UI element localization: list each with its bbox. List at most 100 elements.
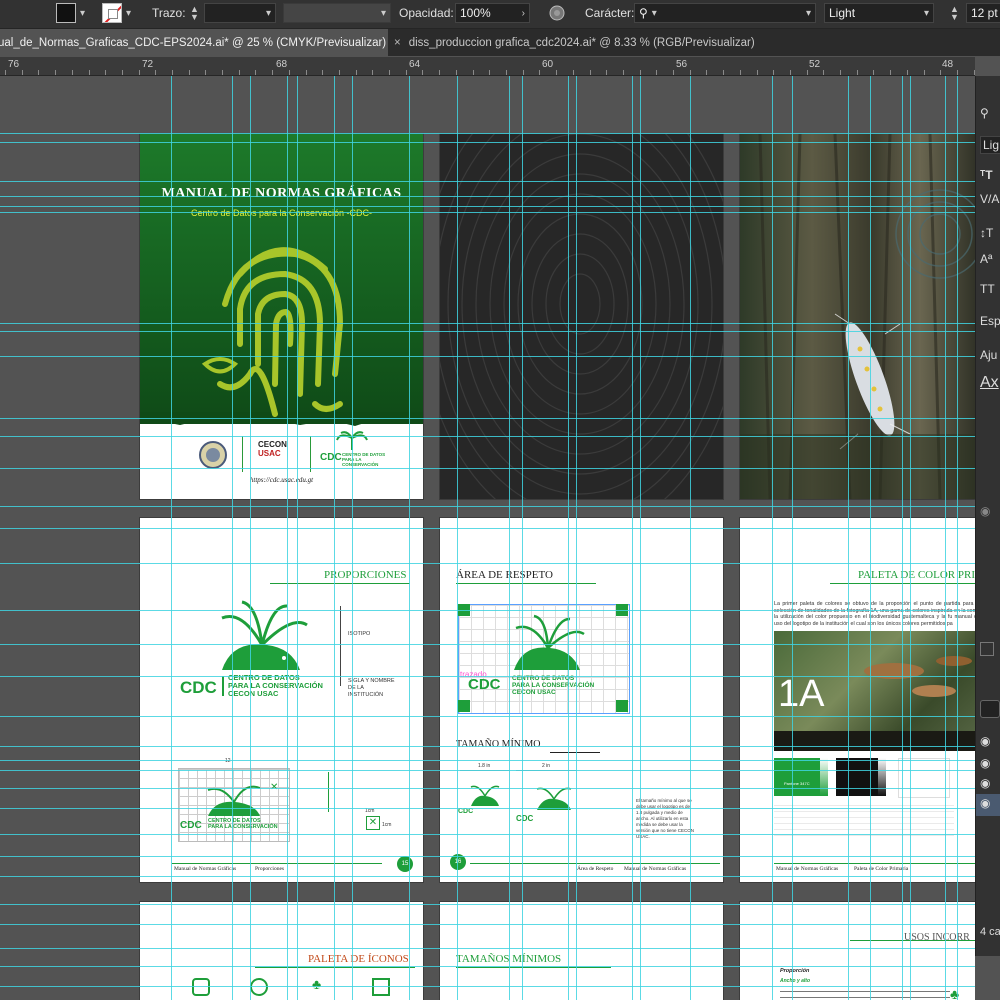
artboard-cover[interactable]: MANUAL DE NORMAS GRÁFICAS Centro de Dato…	[140, 134, 423, 499]
divider	[310, 436, 311, 472]
artboard-tamanos[interactable]: TAMAÑOS MÍNIMOS	[440, 902, 723, 1000]
artboard-photo[interactable]	[740, 134, 975, 499]
artboard-usos-incorrectos[interactable]: USOS INCORR Proporción Ancho y alto ♣	[740, 902, 975, 1000]
fill-dropdown-icon[interactable]: ▾	[80, 3, 85, 23]
layer-row-selected[interactable]: ◉	[976, 794, 1000, 816]
vertical-scale-icon[interactable]: ↕T	[980, 226, 993, 240]
tab-diss-produccion[interactable]: × diss_produccion grafica_cdc2024.ai* @ …	[394, 29, 755, 56]
panel-label-aju: Aju	[980, 348, 998, 362]
fill-swatch[interactable]	[56, 3, 76, 23]
footer-rule	[774, 863, 975, 864]
panel-font-field[interactable]: Lig	[980, 136, 1000, 154]
ruler-tick	[72, 70, 73, 75]
font-size-value: 12 pt	[971, 6, 998, 20]
size-label-2: 2 in	[542, 763, 551, 769]
ruler-tick	[823, 70, 824, 75]
ruler-tick	[857, 70, 858, 75]
ruler-label: 60	[542, 59, 554, 70]
ruler-tick	[372, 70, 373, 75]
name-line: CECON USAC	[228, 689, 279, 698]
dimension-top: 12	[225, 758, 231, 764]
ruler-tick	[506, 70, 507, 75]
close-tab-icon[interactable]: ×	[394, 37, 401, 49]
font-size-stepper[interactable]: ▲ ▼	[950, 3, 959, 23]
paleta-heading: PALETA DE COLOR PRI	[858, 569, 975, 581]
baseline-icon[interactable]: Aª	[980, 252, 992, 266]
ruler-tick	[306, 70, 307, 75]
chevron-right-icon[interactable]: ›	[522, 8, 525, 19]
layer-visibility-icon[interactable]: ◉	[980, 796, 990, 810]
recolor-icon[interactable]	[548, 3, 566, 23]
ruler-tick	[322, 70, 323, 75]
proporciones-heading: PROPORCIONES	[324, 569, 407, 581]
ruler-tick	[757, 70, 758, 75]
artboard-area-respeto[interactable]: ÁREA DE RESPETO CDC CENTRO DE DATOS PARA…	[440, 518, 723, 882]
ruler-tick	[690, 70, 691, 75]
artboard-canvas[interactable]: MANUAL DE NORMAS GRÁFICAS Centro de Dato…	[0, 76, 975, 1000]
opacity-field[interactable]: 100% ›	[455, 3, 530, 23]
ruler-tick	[222, 70, 223, 75]
ruler-tick	[957, 70, 958, 75]
heading-rule	[255, 967, 415, 968]
name-line: PARA LA CONSERVACIÓN	[512, 682, 595, 689]
artboard-pattern[interactable]	[440, 134, 723, 499]
stroke-stepper[interactable]: ▲ ▼	[190, 3, 199, 23]
ruler-tick	[473, 70, 474, 75]
layer-visibility-icon[interactable]: ◉	[980, 734, 990, 748]
stroke-dropdown-icon[interactable]: ▾	[126, 3, 131, 23]
properties-panel[interactable]: ⚲ Lig ᵀT V/A ↕T Aª TT Esp Aju Ax ◉ ◉ ◉ ◉…	[975, 76, 1000, 956]
panel-checkbox[interactable]	[980, 642, 994, 656]
artboard-paleta[interactable]: PALETA DE COLOR PRI La primer paleta de …	[740, 518, 975, 882]
font-style-field[interactable]: Light ▾	[824, 3, 934, 23]
layer-count: 4 ca	[980, 926, 1000, 938]
font-size-field[interactable]: 12 pt	[966, 3, 1000, 23]
artboard-paleta-iconos[interactable]: PALETA DE ÍCONOS ♣	[140, 902, 423, 1000]
iconos-heading: PALETA DE ÍCONOS	[308, 953, 409, 965]
variable-width-profile[interactable]: ▾	[283, 3, 391, 23]
palette-photo: 1A	[774, 631, 975, 751]
dimension-line	[516, 770, 576, 771]
tab-manual-normas[interactable]: ual_de_Normas_Graficas_CDC-EPS2024.ai* @…	[0, 29, 388, 56]
layer-visibility-icon[interactable]: ◉	[980, 756, 990, 770]
ruler-tick	[139, 70, 140, 75]
tab-label: diss_produccion grafica_cdc2024.ai* @ 8.…	[408, 36, 755, 49]
cdc-small-name: CENTRO DE DATOS PARA LA CONSERVACIÓN	[342, 452, 386, 467]
cecon-logo: CECON USAC	[258, 440, 287, 458]
ruler-label: 52	[809, 59, 821, 70]
eye-icon[interactable]: ◉	[980, 504, 990, 518]
tamanos-heading: TAMAÑOS MÍNIMOS	[456, 953, 562, 965]
cdc-logo-isotipo	[221, 600, 308, 670]
ruler-tick	[89, 70, 90, 75]
page-number: 15	[397, 856, 413, 872]
panel-glyph-preview[interactable]: Ax	[980, 374, 999, 392]
ruler-tick	[673, 70, 674, 75]
heading-rule	[270, 583, 410, 584]
corner-block	[458, 700, 470, 712]
ruler-tick	[356, 70, 357, 75]
ruler-tick	[940, 70, 941, 75]
panel-label-esp: Esp	[980, 314, 1000, 328]
ruler-tick	[55, 70, 56, 75]
ruler-tick	[907, 70, 908, 75]
ruler-tick	[539, 70, 540, 75]
caps-icon[interactable]: TT	[980, 282, 995, 296]
divider	[242, 436, 243, 472]
stroke-swatch[interactable]	[102, 3, 122, 23]
layers-search-field[interactable]	[980, 700, 1000, 718]
kerning-icon[interactable]: V/A	[980, 192, 999, 206]
horizontal-ruler[interactable]: 76 72 68 64 60 56 52 48	[0, 57, 975, 76]
paleta-body: La primer paleta de colores se obtuvo de…	[774, 601, 975, 627]
ruler-tick	[706, 70, 707, 75]
heading-rule	[456, 967, 611, 968]
font-family-field[interactable]: ⚲ ▾ ▾	[634, 3, 816, 23]
ruler-tick	[38, 70, 39, 75]
ruler-tick	[974, 70, 975, 75]
ruler-label: 68	[276, 59, 288, 70]
palm-icon	[336, 431, 368, 450]
font-size-icon[interactable]: ᵀT	[980, 168, 993, 182]
artboard-proporciones[interactable]: PROPORCIONES CDC CENTRO DE DATOS PARA LA…	[140, 518, 423, 882]
stroke-weight-field[interactable]: ▾	[204, 3, 276, 23]
grid-logo-isotipo	[207, 785, 261, 816]
layer-visibility-icon[interactable]: ◉	[980, 776, 990, 790]
panel-search-icon[interactable]: ⚲	[980, 106, 989, 120]
